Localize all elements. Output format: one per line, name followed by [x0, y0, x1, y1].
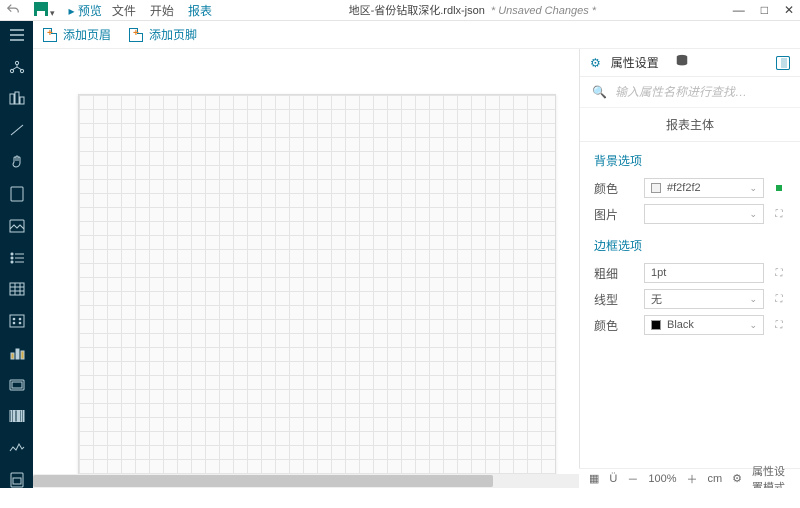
- maximize-button[interactable]: □: [761, 3, 768, 17]
- border-style-field[interactable]: 无⌄: [644, 289, 764, 309]
- panel-header: ⚙ 属性设置: [580, 49, 800, 77]
- document-title: 地区-省份钻取深化.rdlx-json* Unsaved Changes *: [222, 2, 723, 18]
- save-button[interactable]: ▾: [34, 2, 55, 19]
- expand-icon[interactable]: ⛶: [772, 207, 786, 221]
- undo-button[interactable]: [6, 2, 20, 19]
- property-search: 🔍: [580, 77, 800, 108]
- scroll-thumb[interactable]: [33, 475, 493, 487]
- chevron-down-icon: ⌄: [749, 183, 757, 194]
- chevron-down-icon: ⌄: [749, 320, 757, 331]
- minimize-button[interactable]: —: [733, 3, 745, 17]
- content-area: 添加页眉 添加页脚 ⚙ 属性设置 🔍: [33, 21, 800, 488]
- menu-bar: ▾ ▸ 预览 文件 开始 报表 地区-省份钻取深化.rdlx-json* Uns…: [0, 0, 800, 21]
- expand-icon[interactable]: ⛶: [772, 292, 786, 306]
- section-title: 报表主体: [580, 108, 800, 142]
- list-icon[interactable]: [8, 250, 26, 266]
- group-border: 边框选项: [580, 227, 800, 260]
- matrix-icon[interactable]: [8, 313, 26, 329]
- horizontal-scrollbar[interactable]: [33, 474, 579, 488]
- grid-icon[interactable]: ▦: [589, 472, 599, 485]
- document-icon[interactable]: [8, 186, 26, 202]
- unsaved-indicator: * Unsaved Changes *: [491, 5, 596, 17]
- border-width-field[interactable]: 1pt: [644, 263, 764, 283]
- image-icon[interactable]: [8, 218, 26, 234]
- mode-label[interactable]: 属性设置模式: [752, 463, 790, 489]
- preview-button[interactable]: ▸ 预览: [69, 2, 102, 19]
- report-toolbar: 添加页眉 添加页脚: [33, 21, 800, 49]
- chart-grid-icon[interactable]: [8, 91, 26, 107]
- border-color-field[interactable]: Black ⌄: [644, 315, 764, 335]
- panel-title: 属性设置: [611, 54, 659, 71]
- prop-border-width: 粗细 1pt ⛶: [580, 260, 800, 286]
- add-footer-button[interactable]: 添加页脚: [129, 26, 197, 43]
- table-icon[interactable]: [8, 282, 26, 298]
- hand-icon[interactable]: [8, 154, 26, 170]
- gear-icon[interactable]: ⚙: [590, 56, 601, 70]
- color-swatch-icon: [651, 183, 661, 193]
- color-swatch-icon: [651, 320, 661, 330]
- settings-gear-icon[interactable]: ⚙: [732, 472, 742, 485]
- layout-toggle-icon[interactable]: [776, 56, 790, 70]
- play-icon: ▸: [69, 4, 78, 18]
- prop-bg-color: 颜色 #f2f2f2 ⌄: [580, 175, 800, 201]
- zoom-level[interactable]: 100%: [648, 473, 676, 485]
- search-icon: 🔍: [592, 85, 607, 99]
- properties-panel: ⚙ 属性设置 🔍 报表主体 背景选项 颜色 #f2f2f2: [579, 49, 800, 488]
- status-bar: ▦ Ü － 100% ＋ cm ⚙ 属性设置模式: [579, 468, 800, 488]
- tool-sidebar: [0, 21, 33, 488]
- page-footer-icon: [129, 28, 143, 42]
- chevron-down-icon[interactable]: ▾: [50, 8, 55, 18]
- expand-icon[interactable]: [772, 181, 786, 195]
- chevron-down-icon: ⌄: [749, 209, 757, 220]
- snap-icon[interactable]: Ü: [609, 473, 617, 485]
- report-page[interactable]: [78, 94, 556, 488]
- barcode-icon[interactable]: [8, 409, 26, 425]
- design-canvas-wrap: ⚙ 属性设置 🔍 报表主体 背景选项 颜色 #f2f2f2: [33, 49, 800, 488]
- unit-label[interactable]: cm: [708, 473, 723, 485]
- expand-icon[interactable]: ⛶: [772, 318, 786, 332]
- subreport-icon[interactable]: [8, 472, 26, 488]
- prop-bg-image: 图片 ⌄ ⛶: [580, 201, 800, 227]
- close-button[interactable]: ✕: [784, 3, 794, 17]
- menu-start[interactable]: 开始: [150, 2, 174, 19]
- chevron-down-icon: ⌄: [749, 294, 757, 305]
- bg-color-field[interactable]: #f2f2f2 ⌄: [644, 178, 764, 198]
- line-icon[interactable]: [8, 122, 26, 138]
- page-header-icon: [43, 28, 57, 42]
- bar-chart-icon[interactable]: [8, 345, 26, 361]
- bg-image-field[interactable]: ⌄: [644, 204, 764, 224]
- prop-border-color: 颜色 Black ⌄ ⛶: [580, 312, 800, 338]
- hamburger-icon[interactable]: [8, 27, 26, 43]
- sparkline-icon[interactable]: [8, 440, 26, 456]
- search-input[interactable]: [615, 85, 788, 99]
- zoom-in-button[interactable]: ＋: [687, 471, 698, 487]
- design-canvas[interactable]: [33, 49, 579, 488]
- menu-file[interactable]: 文件: [112, 2, 136, 19]
- prop-border-style: 线型 无⌄ ⛶: [580, 286, 800, 312]
- database-icon[interactable]: [675, 54, 689, 71]
- container-icon[interactable]: [8, 377, 26, 393]
- expand-icon[interactable]: ⛶: [772, 266, 786, 280]
- group-background: 背景选项: [580, 142, 800, 175]
- add-header-button[interactable]: 添加页眉: [43, 26, 111, 43]
- save-icon: [34, 2, 48, 16]
- nodes-icon[interactable]: [8, 59, 26, 75]
- zoom-out-button[interactable]: －: [627, 471, 638, 487]
- menu-report[interactable]: 报表: [188, 2, 212, 19]
